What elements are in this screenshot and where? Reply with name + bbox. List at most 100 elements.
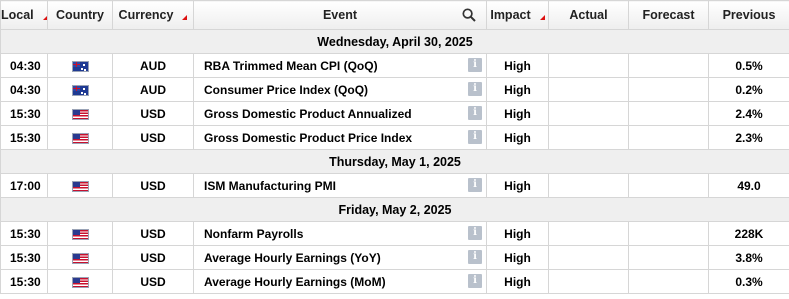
day-label: Friday, May 2, 2025 bbox=[0, 197, 789, 222]
event-name[interactable]: Gross Domestic Product Price Index bbox=[204, 131, 412, 145]
event-time: 15:30 bbox=[0, 125, 48, 150]
event-forecast bbox=[628, 125, 709, 150]
header-row: Local Country Currency Event Impact Actu… bbox=[0, 0, 789, 30]
event-impact: High bbox=[486, 77, 549, 102]
event-actual bbox=[548, 245, 629, 270]
event-previous: 228K bbox=[708, 221, 789, 246]
event-cell: ISM Manufacturing PMI i bbox=[193, 173, 487, 198]
info-icon[interactable]: i bbox=[468, 58, 482, 72]
info-icon[interactable]: i bbox=[468, 130, 482, 144]
event-name[interactable]: ISM Manufacturing PMI bbox=[204, 179, 336, 193]
column-header-previous: Previous bbox=[708, 0, 789, 30]
info-icon[interactable]: i bbox=[468, 274, 482, 288]
event-impact: High bbox=[486, 53, 549, 78]
usa-flag-icon bbox=[71, 276, 89, 288]
event-forecast bbox=[628, 221, 709, 246]
country-cell bbox=[47, 245, 113, 270]
day-header-row: Wednesday, April 30, 2025 bbox=[0, 29, 789, 54]
event-previous: 3.8% bbox=[708, 245, 789, 270]
event-forecast bbox=[628, 77, 709, 102]
country-cell bbox=[47, 53, 113, 78]
event-impact: High bbox=[486, 101, 549, 126]
country-cell bbox=[47, 125, 113, 150]
usa-flag-icon bbox=[71, 228, 89, 240]
event-cell: Average Hourly Earnings (YoY) i bbox=[193, 245, 487, 270]
event-cell: Gross Domestic Product Annualized i bbox=[193, 101, 487, 126]
event-name[interactable]: RBA Trimmed Mean CPI (QoQ) bbox=[204, 59, 378, 73]
sort-indicator-icon bbox=[539, 15, 545, 20]
event-row[interactable]: 15:30 USD Gross Domestic Product Price Ind… bbox=[0, 125, 789, 150]
country-cell bbox=[47, 221, 113, 246]
event-cell: Gross Domestic Product Price Index i bbox=[193, 125, 487, 150]
event-row[interactable]: 04:30 AUD RBA Trimmed Mean CPI (QoQ) i High 0… bbox=[0, 53, 789, 78]
event-forecast bbox=[628, 245, 709, 270]
event-row[interactable]: 15:30 USD Average Hourly Earnings (MoM) i Hi… bbox=[0, 269, 789, 294]
event-actual bbox=[548, 53, 629, 78]
event-time: 15:30 bbox=[0, 269, 48, 294]
event-forecast bbox=[628, 101, 709, 126]
info-icon[interactable]: i bbox=[468, 226, 482, 240]
event-row[interactable]: 15:30 USD Gross Domestic Product Annualize… bbox=[0, 101, 789, 126]
event-actual bbox=[548, 173, 629, 198]
column-header-event-label: Event bbox=[322, 8, 358, 22]
info-icon[interactable]: i bbox=[468, 178, 482, 192]
event-previous: 0.2% bbox=[708, 77, 789, 102]
event-time: 17:00 bbox=[0, 173, 48, 198]
event-previous: 2.3% bbox=[708, 125, 789, 150]
column-header-event[interactable]: Event bbox=[193, 0, 487, 30]
usa-flag-icon bbox=[71, 132, 89, 144]
event-previous: 0.3% bbox=[708, 269, 789, 294]
calendar-body: Wednesday, April 30, 2025 04:30 AUD RBA Tri… bbox=[0, 29, 789, 294]
event-cell: Nonfarm Payrolls i bbox=[193, 221, 487, 246]
event-name[interactable]: Average Hourly Earnings (YoY) bbox=[204, 251, 381, 265]
country-cell bbox=[47, 269, 113, 294]
event-name[interactable]: Consumer Price Index (QoQ) bbox=[204, 83, 368, 97]
column-header-currency[interactable]: Currency bbox=[112, 0, 194, 30]
day-header-row: Friday, May 2, 2025 bbox=[0, 197, 789, 222]
column-header-local[interactable]: Local bbox=[0, 0, 48, 30]
event-actual bbox=[548, 101, 629, 126]
search-icon[interactable] bbox=[462, 8, 476, 22]
day-label: Thursday, May 1, 2025 bbox=[0, 149, 789, 174]
info-icon[interactable]: i bbox=[468, 82, 482, 96]
event-name[interactable]: Average Hourly Earnings (MoM) bbox=[204, 275, 386, 289]
column-header-currency-label: Currency bbox=[118, 8, 174, 22]
info-icon[interactable]: i bbox=[468, 106, 482, 120]
australia-flag-icon bbox=[71, 60, 89, 72]
column-header-impact-label: Impact bbox=[490, 8, 531, 22]
event-previous: 2.4% bbox=[708, 101, 789, 126]
event-row[interactable]: 15:30 USD Nonfarm Payrolls i High 228K bbox=[0, 221, 789, 246]
event-forecast bbox=[628, 173, 709, 198]
column-header-local-label: Local bbox=[1, 8, 34, 22]
australia-flag-icon bbox=[71, 84, 89, 96]
column-header-country-label: Country bbox=[56, 8, 104, 22]
event-row[interactable]: 17:00 USD ISM Manufacturing PMI i High 49.0 bbox=[0, 173, 789, 198]
event-forecast bbox=[628, 269, 709, 294]
event-name[interactable]: Nonfarm Payrolls bbox=[204, 227, 303, 241]
event-actual bbox=[548, 125, 629, 150]
event-actual bbox=[548, 269, 629, 294]
event-currency: USD bbox=[112, 221, 194, 246]
event-currency: USD bbox=[112, 101, 194, 126]
event-impact: High bbox=[486, 173, 549, 198]
column-header-actual-label: Actual bbox=[569, 8, 608, 22]
event-time: 04:30 bbox=[0, 77, 48, 102]
event-previous: 0.5% bbox=[708, 53, 789, 78]
event-currency: AUD bbox=[112, 53, 194, 78]
column-header-impact[interactable]: Impact bbox=[486, 0, 549, 30]
usa-flag-icon bbox=[71, 108, 89, 120]
event-row[interactable]: 15:30 USD Average Hourly Earnings (YoY) i Hi… bbox=[0, 245, 789, 270]
event-name[interactable]: Gross Domestic Product Annualized bbox=[204, 107, 412, 121]
event-impact: High bbox=[486, 245, 549, 270]
country-cell bbox=[47, 173, 113, 198]
day-header-row: Thursday, May 1, 2025 bbox=[0, 149, 789, 174]
event-row[interactable]: 04:30 AUD Consumer Price Index (QoQ) i High 0… bbox=[0, 77, 789, 102]
event-actual bbox=[548, 77, 629, 102]
event-actual bbox=[548, 221, 629, 246]
event-cell: Consumer Price Index (QoQ) i bbox=[193, 77, 487, 102]
info-icon[interactable]: i bbox=[468, 250, 482, 264]
sort-indicator-icon bbox=[182, 15, 188, 20]
event-impact: High bbox=[486, 221, 549, 246]
column-header-country[interactable]: Country bbox=[47, 0, 113, 30]
event-time: 15:30 bbox=[0, 245, 48, 270]
